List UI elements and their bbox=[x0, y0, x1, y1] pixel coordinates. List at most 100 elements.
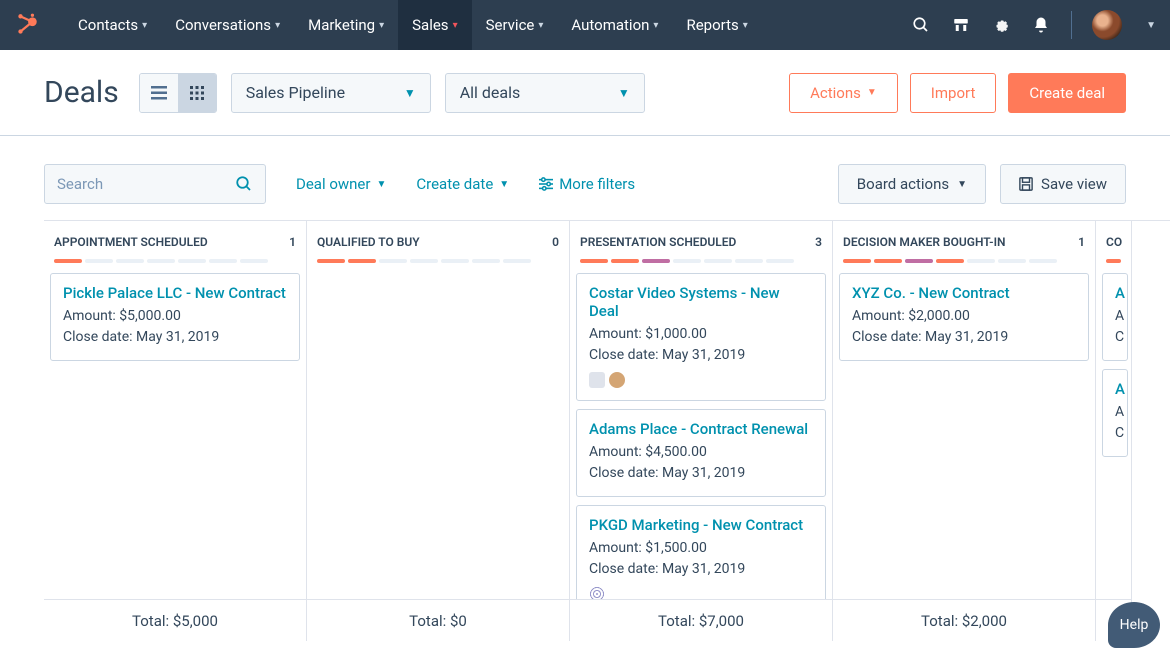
sliders-icon bbox=[539, 177, 553, 191]
stage-segment bbox=[441, 259, 469, 263]
create-deal-button[interactable]: Create deal bbox=[1008, 73, 1126, 113]
hubspot-logo[interactable] bbox=[14, 11, 42, 39]
stage-segment bbox=[178, 259, 206, 263]
deal-close-date: Close date: May 31, 2019 bbox=[589, 345, 813, 366]
gear-icon[interactable] bbox=[991, 15, 1011, 35]
board-view-button[interactable] bbox=[178, 74, 216, 112]
nav-item-marketing[interactable]: Marketing ▾ bbox=[294, 0, 398, 50]
deal-card[interactable]: AAC bbox=[1102, 369, 1128, 457]
actions-button[interactable]: Actions▼ bbox=[789, 73, 898, 113]
toolbar: Deals Sales Pipeline▼ All deals▼ Actions… bbox=[0, 50, 1170, 136]
nav-item-sales[interactable]: Sales ▾ bbox=[398, 0, 471, 50]
column-total: Total: $0 bbox=[307, 599, 569, 641]
stage-segment bbox=[240, 259, 268, 263]
create-date-filter[interactable]: Create date▼ bbox=[416, 175, 509, 193]
chevron-down-icon: ▼ bbox=[957, 179, 967, 190]
stage-segment bbox=[348, 259, 376, 263]
stage-segment bbox=[611, 259, 639, 263]
stage-segment bbox=[1029, 259, 1057, 263]
chevron-down-icon: ▼ bbox=[404, 86, 416, 100]
search-icon[interactable] bbox=[911, 15, 931, 35]
board-column: APPOINTMENT SCHEDULED 1 Pickle Palace LLC … bbox=[44, 221, 307, 641]
company-icon bbox=[589, 372, 605, 388]
nav-separator bbox=[1071, 11, 1072, 39]
dotted-icon bbox=[589, 586, 605, 599]
column-header: APPOINTMENT SCHEDULED 1 bbox=[44, 221, 306, 273]
column-name: APPOINTMENT SCHEDULED bbox=[54, 235, 208, 249]
nav-item-conversations[interactable]: Conversations ▾ bbox=[161, 0, 294, 50]
deal-close-date: Close date: May 31, 2019 bbox=[852, 327, 1076, 348]
marketplace-icon[interactable] bbox=[951, 15, 971, 35]
deal-card[interactable]: Costar Video Systems - New Deal Amount: $… bbox=[576, 273, 826, 401]
stage-segment bbox=[147, 259, 175, 263]
nav-item-service[interactable]: Service ▾ bbox=[472, 0, 558, 50]
deal-card[interactable]: PKGD Marketing - New ContractAmount: $1,… bbox=[576, 505, 826, 599]
stage-segment bbox=[998, 259, 1026, 263]
stage-segment bbox=[967, 259, 995, 263]
help-button[interactable]: Help bbox=[1108, 602, 1160, 648]
stage-segment bbox=[905, 259, 933, 263]
column-body[interactable] bbox=[307, 273, 569, 599]
list-view-button[interactable] bbox=[140, 74, 178, 112]
avatar[interactable] bbox=[1092, 10, 1122, 40]
deal-title: Pickle Palace LLC - New Contract bbox=[63, 284, 287, 302]
column-body[interactable]: XYZ Co. - New Contract Amount: $2,000.00C… bbox=[833, 273, 1095, 599]
pipeline-dropdown[interactable]: Sales Pipeline▼ bbox=[231, 73, 431, 113]
column-count: 1 bbox=[289, 235, 296, 249]
column-name: DECISION MAKER BOUGHT-IN bbox=[843, 235, 1006, 249]
board-column: DECISION MAKER BOUGHT-IN1XYZ Co. - New C… bbox=[833, 221, 1096, 641]
stage-segment bbox=[642, 259, 670, 263]
deal-card[interactable]: XYZ Co. - New Contract Amount: $2,000.00C… bbox=[839, 273, 1089, 361]
column-count: 3 bbox=[815, 235, 822, 249]
deal-title: Costar Video Systems - New Deal bbox=[589, 284, 813, 320]
column-name: QUALIFIED TO BUY bbox=[317, 235, 420, 249]
column-count: 0 bbox=[552, 235, 559, 249]
chevron-down-icon: ▾ bbox=[142, 20, 147, 31]
deal-title: Adams Place - Contract Renewal bbox=[589, 420, 813, 438]
import-button[interactable]: Import bbox=[910, 73, 997, 113]
nav-item-automation[interactable]: Automation ▾ bbox=[557, 0, 672, 50]
view-toggle bbox=[139, 73, 217, 113]
deal-owner-filter[interactable]: Deal owner▼ bbox=[296, 175, 386, 193]
column-body[interactable]: Pickle Palace LLC - New ContractAmount: … bbox=[44, 273, 306, 599]
column-total: Total: $5,000 bbox=[44, 599, 306, 641]
stage-segment bbox=[673, 259, 701, 263]
stage-segment bbox=[735, 259, 763, 263]
stage-segment bbox=[116, 259, 144, 263]
nav-links: Contacts ▾Conversations ▾Marketing ▾Sale… bbox=[64, 0, 762, 50]
save-view-button[interactable]: Save view bbox=[1000, 164, 1126, 204]
deal-title: XYZ Co. - New Contract bbox=[852, 284, 1076, 302]
deal-card[interactable]: AAC bbox=[1102, 273, 1128, 361]
deal-close-date: Close date: May 31, 2019 bbox=[589, 559, 813, 580]
column-name: PRESENTATION SCHEDULED bbox=[580, 235, 736, 249]
stage-segment bbox=[503, 259, 531, 263]
deal-amount: Amount: $1,500.00 bbox=[589, 538, 813, 559]
deal-card[interactable]: Adams Place - Contract Renewal Amount: $4… bbox=[576, 409, 826, 497]
stage-segment bbox=[936, 259, 964, 263]
more-filters[interactable]: More filters bbox=[539, 175, 635, 193]
nav-item-contacts[interactable]: Contacts ▾ bbox=[64, 0, 161, 50]
nav-right: ▼ bbox=[911, 10, 1156, 40]
search-input[interactable]: Search bbox=[44, 164, 266, 204]
search-placeholder: Search bbox=[57, 175, 103, 193]
chevron-down-icon[interactable]: ▼ bbox=[1146, 20, 1156, 31]
deal-amount: Amount: $1,000.00 bbox=[589, 324, 813, 345]
stage-segment bbox=[580, 259, 608, 263]
filter-bar: Search Deal owner▼ Create date▼ More fil… bbox=[0, 154, 1170, 214]
filter-dropdown[interactable]: All deals▼ bbox=[445, 73, 645, 113]
bell-icon[interactable] bbox=[1031, 15, 1051, 35]
column-body[interactable]: Costar Video Systems - New Deal Amount: $… bbox=[570, 273, 832, 599]
chevron-down-icon: ▼ bbox=[376, 179, 386, 190]
stage-segment bbox=[843, 259, 871, 263]
deal-amount: Amount: $2,000.00 bbox=[852, 306, 1076, 327]
chevron-down-icon: ▾ bbox=[379, 20, 384, 31]
nav-item-reports[interactable]: Reports ▾ bbox=[672, 0, 761, 50]
deal-amount: Amount: $4,500.00 bbox=[589, 442, 813, 463]
board-actions-button[interactable]: Board actions▼ bbox=[838, 164, 986, 204]
deal-card[interactable]: Pickle Palace LLC - New ContractAmount: … bbox=[50, 273, 300, 361]
top-nav: Contacts ▾Conversations ▾Marketing ▾Sale… bbox=[0, 0, 1170, 50]
chevron-down-icon: ▼ bbox=[867, 87, 877, 98]
stage-segment bbox=[54, 259, 82, 263]
chevron-down-icon: ▼ bbox=[618, 86, 630, 100]
board-column: COAACAAC bbox=[1096, 221, 1132, 641]
